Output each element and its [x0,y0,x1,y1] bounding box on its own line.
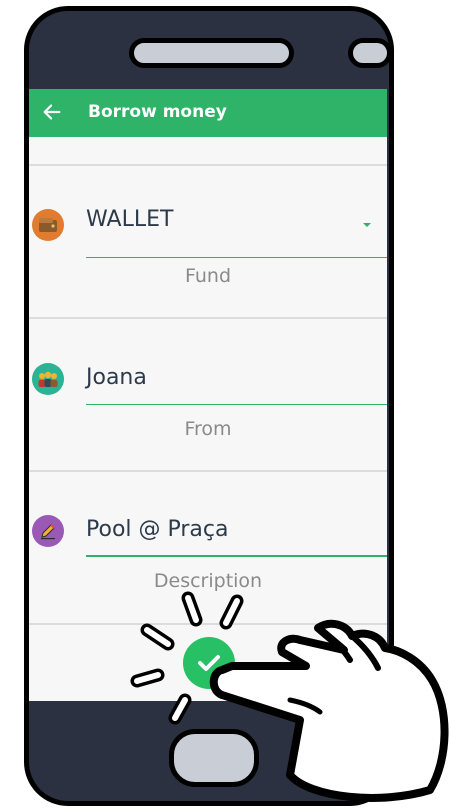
fund-underline [86,257,387,258]
divider [29,470,387,472]
description-input[interactable]: Pool @ Praça [86,517,228,542]
people-icon [32,363,64,395]
from-value[interactable]: Joana [86,365,147,390]
divider [29,623,387,625]
fund-value[interactable]: WALLET [86,207,173,232]
divider [29,317,387,319]
confirm-button[interactable] [183,637,235,689]
phone-home-button[interactable] [169,729,259,787]
from-label: From [184,418,232,440]
from-underline [86,404,387,405]
description-label: Description [153,570,263,592]
app-screen: Borrow money WALLET Fund Joana From Pool… [29,89,387,701]
fund-label: Fund [184,265,232,287]
app-bar: Borrow money [29,89,387,137]
page-title: Borrow money [88,102,227,122]
divider [29,164,387,166]
phone-speaker [129,38,294,68]
description-underline [86,555,387,557]
wallet-icon [32,209,64,241]
phone-camera [348,38,392,68]
chevron-down-icon[interactable] [363,223,371,227]
checkmark-icon [198,655,220,671]
pencil-icon [32,515,64,547]
arrow-left-icon[interactable] [41,101,63,123]
